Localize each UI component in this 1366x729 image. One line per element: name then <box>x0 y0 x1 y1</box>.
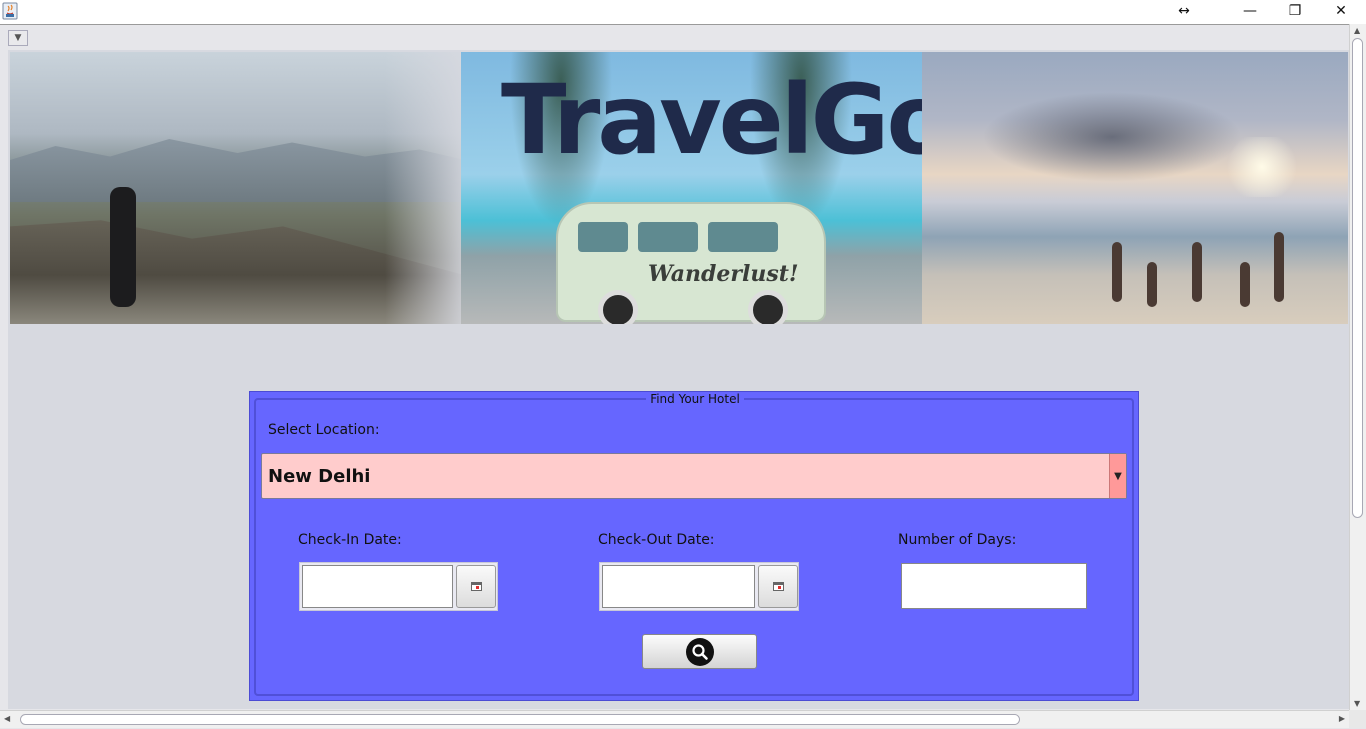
resize-arrows-icon[interactable]: ↔ <box>1161 0 1207 22</box>
checkin-date-label: Check-In Date: <box>298 532 402 548</box>
van-illustration: Wanderlust! <box>556 202 826 324</box>
van-caption: Wanderlust! <box>648 261 799 287</box>
minimize-button[interactable]: — <box>1227 0 1273 22</box>
travelgo-logo: TravelGo <box>501 64 952 176</box>
close-button[interactable]: ✕ <box>1318 0 1364 22</box>
scroll-down-arrow-icon[interactable]: ▼ <box>1354 699 1360 708</box>
checkin-date-chooser <box>299 562 498 611</box>
checkin-calendar-button[interactable] <box>456 565 496 608</box>
checkin-date-field[interactable] <box>302 565 453 608</box>
banner-beach-photo <box>922 52 1348 324</box>
triangle-down-icon: ▼ <box>14 33 22 43</box>
checkout-calendar-button[interactable] <box>758 565 798 608</box>
vertical-scrollbar[interactable]: ▲ ▼ <box>1349 24 1366 710</box>
horizontal-scrollbar[interactable]: ◀ ▶ <box>0 710 1349 728</box>
calendar-icon <box>470 582 482 591</box>
combobox-arrow-button[interactable]: ▼ <box>1109 454 1126 498</box>
window-title-bar: ↔ — ❐ ✕ <box>0 0 1366 24</box>
scroll-up-arrow-icon[interactable]: ▲ <box>1354 26 1360 35</box>
number-of-days-label: Number of Days: <box>898 532 1017 548</box>
magnifier-icon <box>685 637 714 666</box>
panel-title: Find Your Hotel <box>646 392 744 406</box>
banner-hiker-photo <box>10 52 465 324</box>
java-app-icon <box>2 2 18 20</box>
checkout-date-label: Check-Out Date: <box>598 532 715 548</box>
scrollbar-corner <box>1349 710 1366 728</box>
select-location-label: Select Location: <box>268 422 380 438</box>
horizontal-scroll-thumb[interactable] <box>20 714 1020 725</box>
banner-image: TravelGo Wanderlust! <box>10 52 1348 324</box>
triangle-down-icon: ▼ <box>1114 470 1122 482</box>
checkout-date-chooser <box>599 562 799 611</box>
find-hotel-panel: Find Your Hotel Select Location: New Del… <box>249 391 1139 701</box>
restore-button[interactable]: ❐ <box>1272 0 1318 22</box>
location-selected-value: New Delhi <box>268 466 371 487</box>
inner-frame-menu-toggle[interactable]: ▼ <box>8 30 28 46</box>
scroll-left-arrow-icon[interactable]: ◀ <box>4 714 10 723</box>
banner-logo-photo: TravelGo Wanderlust! <box>461 52 952 324</box>
number-of-days-field[interactable] <box>901 563 1087 609</box>
checkout-date-field[interactable] <box>602 565 755 608</box>
location-combobox[interactable]: New Delhi ▼ <box>261 453 1127 499</box>
scroll-right-arrow-icon[interactable]: ▶ <box>1339 714 1345 723</box>
vertical-scroll-thumb[interactable] <box>1352 38 1363 518</box>
search-hotels-button[interactable] <box>642 634 757 669</box>
content-pane: TravelGo Wanderlust! Find Your Hotel Sel… <box>8 50 1349 709</box>
calendar-icon <box>772 582 784 591</box>
